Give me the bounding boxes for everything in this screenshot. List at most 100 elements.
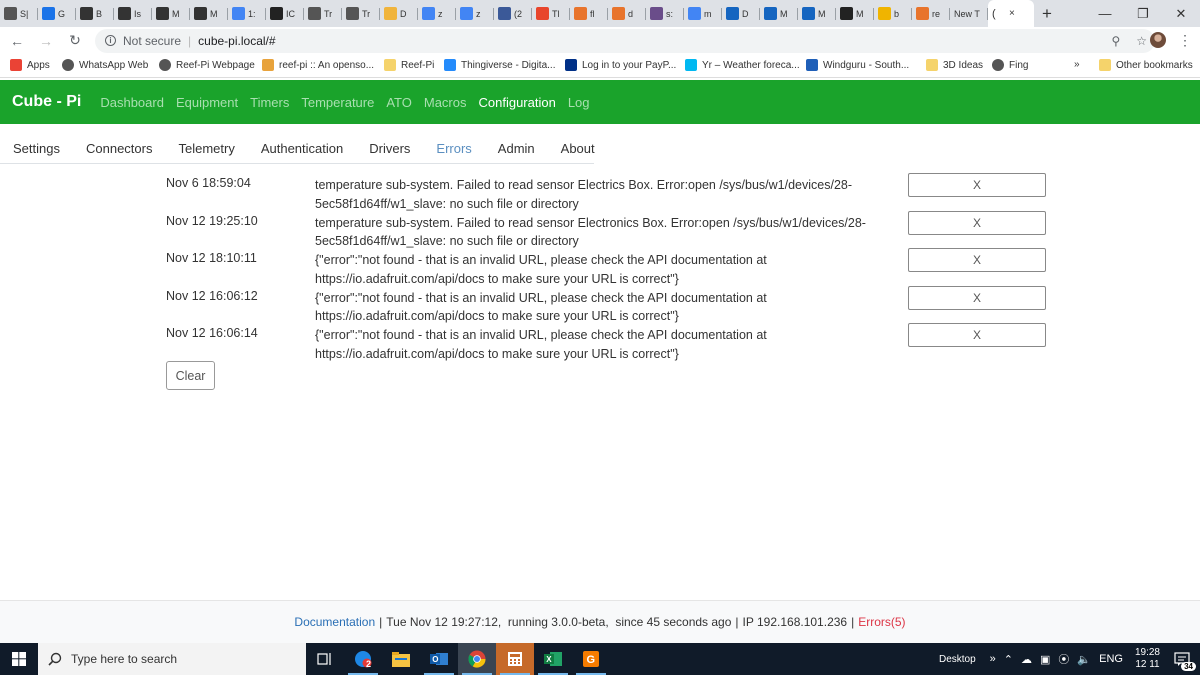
language-indicator[interactable]: ENG xyxy=(1099,653,1123,665)
browser-tab[interactable]: New T xyxy=(950,0,988,27)
delete-error-button[interactable]: X xyxy=(908,285,1046,310)
browser-tab[interactable]: S| xyxy=(0,0,38,27)
nav-macros[interactable]: Macros xyxy=(424,95,467,110)
browser-tab[interactable]: G xyxy=(38,0,76,27)
info-icon[interactable]: i xyxy=(105,35,116,46)
active-browser-tab[interactable]: (× xyxy=(988,0,1034,27)
maximize-icon[interactable]: ❐ xyxy=(1124,0,1162,27)
browser-tab[interactable]: z xyxy=(456,0,494,27)
nav-equipment[interactable]: Equipment xyxy=(176,95,238,110)
chevron-up-icon[interactable]: ⌃ xyxy=(1004,653,1013,666)
tab-telemetry[interactable]: Telemetry xyxy=(165,136,247,163)
notification-center[interactable]: 34 xyxy=(1170,647,1196,671)
chrome-icon[interactable] xyxy=(458,643,496,675)
address-bar[interactable]: i Not secure | cube-pi.local/# ⚲ ☆ xyxy=(95,28,1155,53)
nav-timers[interactable]: Timers xyxy=(250,95,289,110)
bookmark-item[interactable]: Windguru - South... xyxy=(806,59,909,71)
nav-configuration[interactable]: Configuration xyxy=(479,95,556,110)
clear-button[interactable]: Clear xyxy=(166,361,215,390)
calculator-icon[interactable] xyxy=(496,643,534,675)
file-explorer-icon[interactable] xyxy=(382,643,420,675)
close-tab-icon[interactable]: × xyxy=(1009,8,1015,19)
tab-about[interactable]: About xyxy=(548,136,608,163)
excel-icon[interactable]: X xyxy=(534,643,572,675)
browser-tab[interactable]: D xyxy=(380,0,418,27)
start-button[interactable] xyxy=(0,643,38,675)
browser-tab[interactable]: b xyxy=(874,0,912,27)
documentation-link[interactable]: Documentation xyxy=(294,615,375,629)
bookmark-item[interactable]: Log in to your PayP... xyxy=(565,59,676,71)
battery-icon[interactable]: ▣ xyxy=(1040,653,1050,666)
delete-error-button[interactable]: X xyxy=(908,173,1046,197)
browser-tab[interactable]: B xyxy=(76,0,114,27)
browser-tab[interactable]: M xyxy=(760,0,798,27)
back-icon[interactable]: ← xyxy=(5,29,29,53)
browser-tab[interactable]: 1: xyxy=(228,0,266,27)
browser-tab[interactable]: M xyxy=(152,0,190,27)
reload-icon[interactable]: ↻ xyxy=(63,29,87,53)
tab-settings[interactable]: Settings xyxy=(0,136,73,163)
profile-avatar[interactable] xyxy=(1150,32,1166,48)
nav-log[interactable]: Log xyxy=(568,95,590,110)
browser-tab[interactable]: Is xyxy=(114,0,152,27)
bookmark-item[interactable]: Reef-Pi xyxy=(384,59,434,71)
tab-admin[interactable]: Admin xyxy=(485,136,548,163)
taskbar-app-chrome-alt[interactable]: 2 xyxy=(344,643,382,675)
bookmark-item[interactable]: reef-pi :: An openso... xyxy=(262,59,374,71)
browser-tab[interactable]: Tr xyxy=(304,0,342,27)
browser-tab[interactable]: m xyxy=(684,0,722,27)
minimize-icon[interactable]: — xyxy=(1086,0,1124,27)
star-icon[interactable]: ☆ xyxy=(1136,34,1147,48)
nav-temperature[interactable]: Temperature xyxy=(301,95,374,110)
browser-tab[interactable]: fl xyxy=(570,0,608,27)
nav-dashboard[interactable]: Dashboard xyxy=(100,95,164,110)
browser-tab[interactable]: Tl xyxy=(532,0,570,27)
bookmark-item[interactable]: Apps xyxy=(10,59,50,71)
browser-tab[interactable]: re xyxy=(912,0,950,27)
delete-error-button[interactable]: X xyxy=(908,248,1046,272)
task-view-icon[interactable] xyxy=(306,643,344,675)
key-icon[interactable]: ⚲ xyxy=(1111,34,1120,48)
nav-ato[interactable]: ATO xyxy=(386,95,412,110)
browser-tab[interactable]: Tr xyxy=(342,0,380,27)
bookmark-item[interactable]: Yr – Weather foreca... xyxy=(685,59,800,71)
bookmark-item[interactable]: Fing xyxy=(992,59,1028,71)
other-bookmarks[interactable]: Other bookmarks xyxy=(1099,59,1193,71)
bookmark-item[interactable]: Thingiverse - Digita... xyxy=(444,59,555,71)
cloud-icon[interactable]: ☁ xyxy=(1021,653,1032,666)
delete-error-button[interactable]: X xyxy=(908,323,1046,347)
browser-tab[interactable]: M xyxy=(190,0,228,27)
network-icon[interactable]: ⦿ xyxy=(1058,651,1069,667)
browser-tab[interactable]: z xyxy=(418,0,456,27)
browser-tab[interactable]: d xyxy=(608,0,646,27)
delete-error-button[interactable]: X xyxy=(908,210,1046,235)
new-tab-button[interactable]: + xyxy=(1034,0,1060,27)
menu-dots-icon[interactable]: ⋮ xyxy=(1178,31,1192,51)
browser-tab[interactable]: IC xyxy=(266,0,304,27)
desktop-label[interactable]: Desktop xyxy=(939,654,976,665)
bookmarks-overflow[interactable]: » xyxy=(1074,59,1080,70)
bookmark-item[interactable]: WhatsApp Web xyxy=(62,59,148,71)
browser-tab[interactable]: (2 xyxy=(494,0,532,27)
close-window-icon[interactable]: ✕ xyxy=(1162,0,1200,27)
browser-tab[interactable]: s: xyxy=(646,0,684,27)
tab-connectors[interactable]: Connectors xyxy=(73,136,165,163)
forward-icon[interactable]: → xyxy=(34,29,58,53)
clock[interactable]: 19:28 12 11 xyxy=(1135,647,1160,671)
errors-link[interactable]: Errors(5) xyxy=(858,615,905,629)
app-g-icon[interactable]: G xyxy=(572,643,610,675)
browser-tab[interactable]: D xyxy=(722,0,760,27)
tab-drivers[interactable]: Drivers xyxy=(356,136,423,163)
taskbar-search[interactable]: Type here to search xyxy=(38,643,306,675)
tab-authentication[interactable]: Authentication xyxy=(248,136,356,163)
browser-tab[interactable]: M xyxy=(836,0,874,27)
tab-errors[interactable]: Errors xyxy=(423,136,484,163)
volume-icon[interactable]: 🔈 xyxy=(1077,653,1091,666)
url-text[interactable]: cube-pi.local/# xyxy=(198,34,275,48)
bookmark-item[interactable]: Reef-Pi Webpage xyxy=(159,59,255,71)
outlook-icon[interactable]: O xyxy=(420,643,458,675)
tray-overflow[interactable]: » xyxy=(990,653,996,665)
brand[interactable]: Cube - Pi xyxy=(12,93,81,111)
bookmark-item[interactable]: 3D Ideas xyxy=(926,59,983,71)
browser-tab[interactable]: M xyxy=(798,0,836,27)
